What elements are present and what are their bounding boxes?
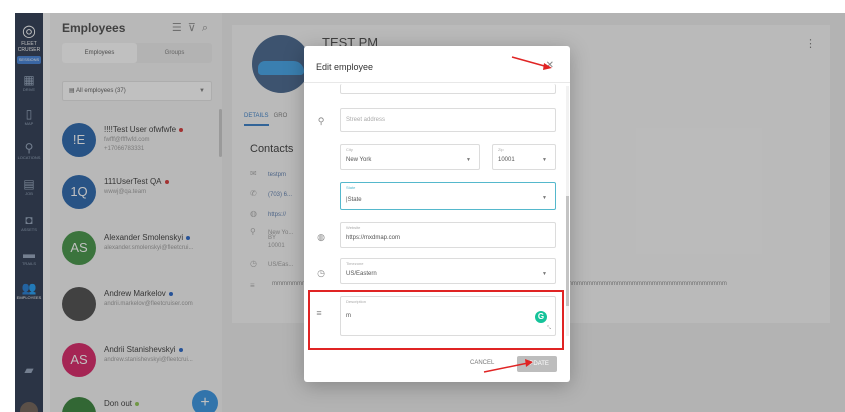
arrow-to-close <box>511 56 552 70</box>
arrow-to-update <box>483 359 533 373</box>
annotation-arrows <box>483 56 552 373</box>
